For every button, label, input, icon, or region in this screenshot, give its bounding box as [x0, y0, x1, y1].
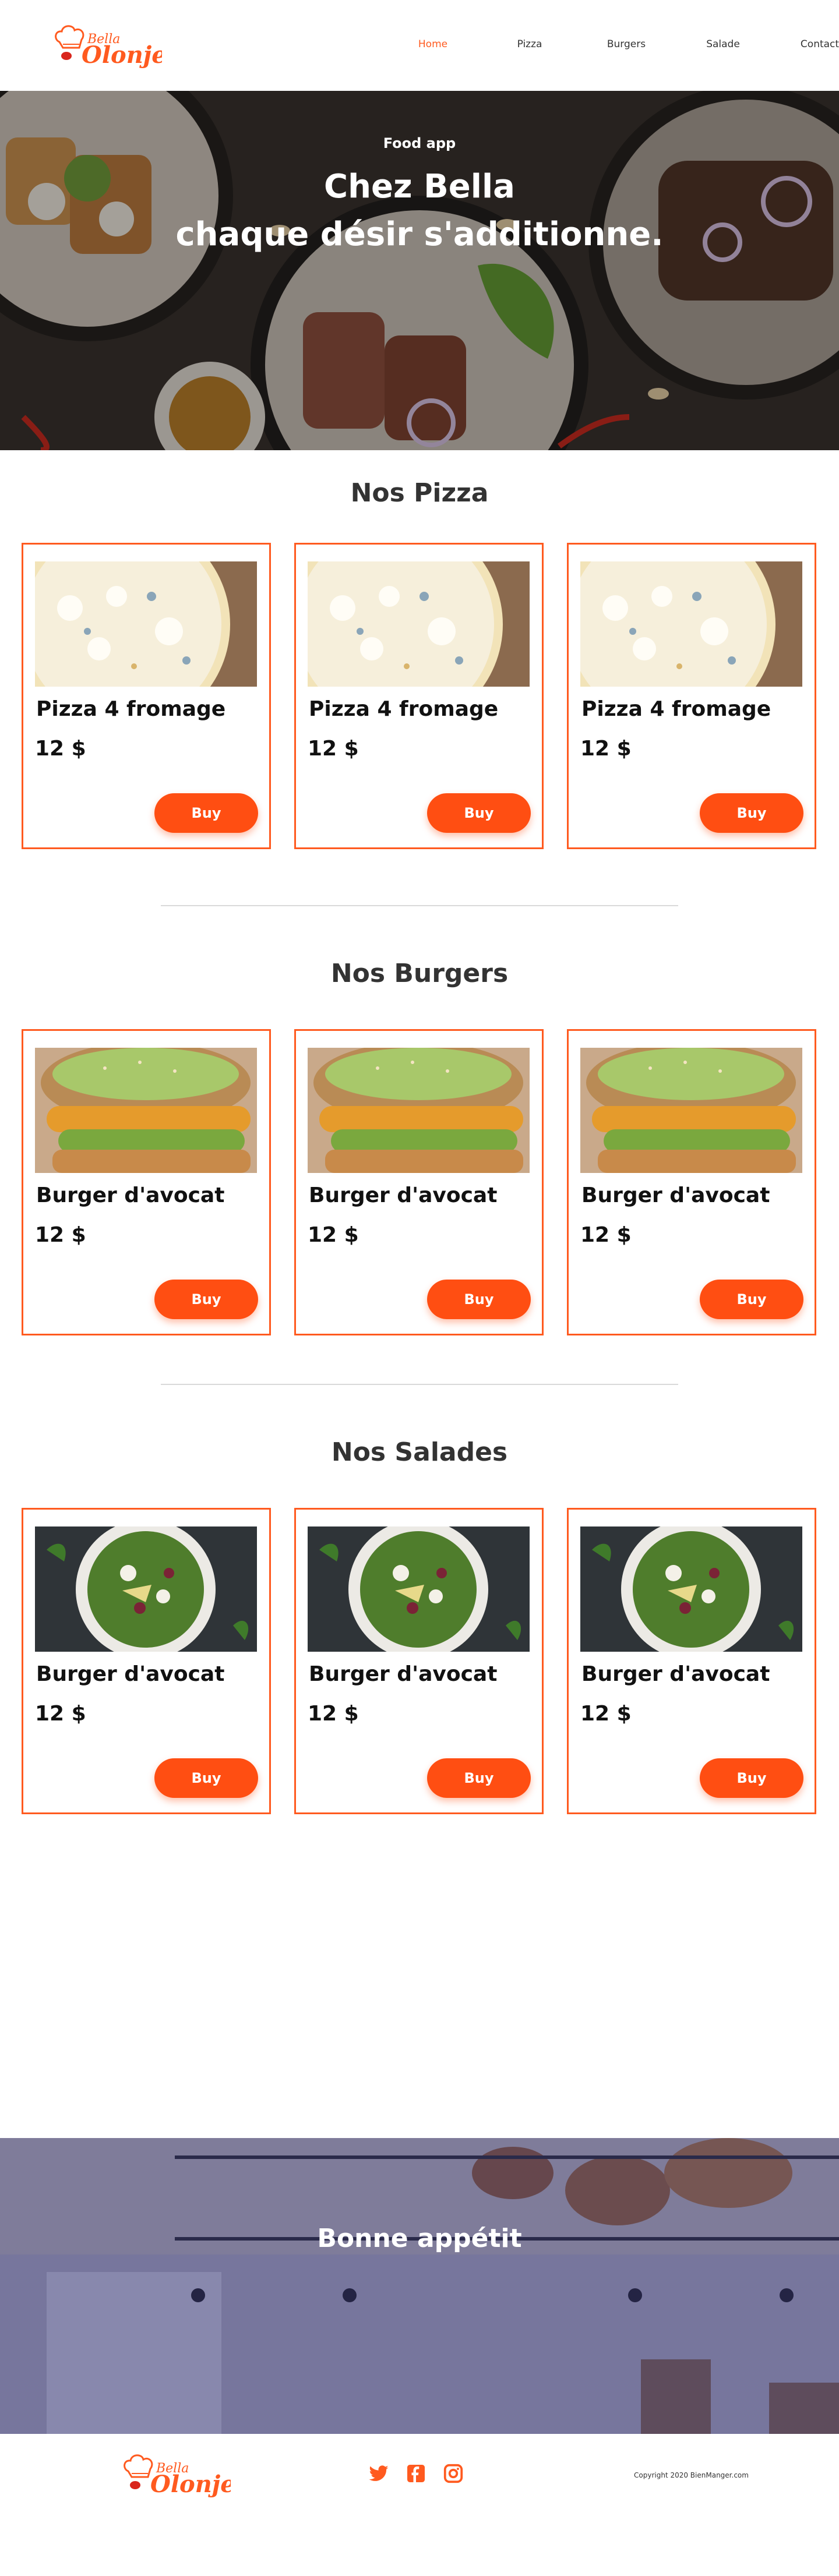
facebook-icon[interactable]: [406, 2463, 443, 2486]
instagram-icon[interactable]: [443, 2463, 480, 2486]
burger-photo: [35, 1048, 257, 1173]
bottom-banner: Bonne appétit: [0, 2138, 839, 2434]
nav-link-home[interactable]: Home: [385, 38, 481, 50]
section-title-salades: Nos Salades: [331, 1437, 508, 1467]
product-name: Burger d'avocat: [581, 1662, 770, 1686]
buy-button[interactable]: Buy: [427, 1758, 531, 1798]
product-name: Burger d'avocat: [309, 1662, 498, 1686]
section-title-pizza: Nos Pizza: [350, 478, 489, 508]
product-card: Burger d'avocat 12 $ Buy: [567, 1029, 816, 1335]
nav-link-contact[interactable]: Contact: [771, 38, 839, 50]
hero-banner: Food app Chez Bella chaque désir s'addit…: [0, 91, 839, 450]
product-name: Pizza 4 fromage: [581, 697, 771, 721]
product-price: 12 $: [35, 1223, 86, 1247]
product-name: Burger d'avocat: [581, 1183, 770, 1207]
burger-photo: [308, 1048, 530, 1173]
twitter-icon[interactable]: [368, 2463, 406, 2486]
pizza-card-list: Pizza 4 fromage 12 $ Buy Pizza 4 fromage…: [22, 543, 839, 849]
banner-title: Bonne appétit: [317, 2224, 522, 2253]
product-card: Burger d'avocat 12 $ Buy: [294, 1029, 544, 1335]
footer-logo[interactable]: Bella Olonje: [120, 2449, 235, 2501]
buy-button[interactable]: Buy: [154, 1758, 258, 1798]
product-name: Burger d'avocat: [36, 1662, 225, 1686]
buy-button[interactable]: Buy: [700, 1280, 803, 1319]
product-name: Pizza 4 fromage: [36, 697, 226, 721]
hero-text: Food app Chez Bella chaque désir s'addit…: [0, 135, 839, 259]
product-card: Pizza 4 fromage 12 $ Buy: [567, 543, 816, 849]
salad-card-list: Burger d'avocat 12 $ Buy Burger d'avocat…: [22, 1508, 839, 1814]
burger-card-list: Burger d'avocat 12 $ Buy Burger d'avocat: [22, 1029, 839, 1335]
product-price: 12 $: [35, 1702, 86, 1726]
salad-photo: [35, 1526, 257, 1652]
product-price: 12 $: [580, 1702, 632, 1726]
product-price: 12 $: [308, 737, 359, 761]
buy-button[interactable]: Buy: [154, 793, 258, 833]
product-card: Pizza 4 fromage 12 $ Buy: [294, 543, 544, 849]
burger-photo: [580, 1048, 802, 1173]
svg-text:Olonje: Olonje: [82, 41, 162, 69]
product-price: 12 $: [35, 737, 86, 761]
product-price: 12 $: [308, 1702, 359, 1726]
main-nav: Home Pizza Burgers Salade Contact: [385, 38, 839, 50]
hero-subtitle: Food app: [383, 135, 456, 151]
hero-title: Chez Bella chaque désir s'additionne.: [175, 168, 664, 253]
product-price: 12 $: [580, 1223, 632, 1247]
product-card: Pizza 4 fromage 12 $ Buy: [22, 543, 271, 849]
product-card: Burger d'avocat 12 $ Buy: [22, 1029, 271, 1335]
product-card: Burger d'avocat 12 $ Buy: [294, 1508, 544, 1814]
nav-link-burgers[interactable]: Burgers: [578, 38, 675, 50]
site-header: Bella Olonje Home Pizza Burgers Salade C…: [0, 0, 839, 91]
copyright-text: Copyright 2020 BienManger.com: [634, 2471, 749, 2479]
nav-link-salade[interactable]: Salade: [675, 38, 771, 50]
pizza-section: Nos Pizza Pizza 4 fromage 12 $ Buy Pizza…: [0, 450, 839, 849]
salad-photo: [308, 1526, 530, 1652]
buy-button[interactable]: Buy: [427, 793, 531, 833]
product-card: Burger d'avocat 12 $ Buy: [22, 1508, 271, 1814]
product-name: Pizza 4 fromage: [309, 697, 499, 721]
product-name: Burger d'avocat: [36, 1183, 225, 1207]
burgers-section: Nos Burgers Burger d'avocat 12 $ Buy Bur…: [0, 906, 839, 1335]
buy-button[interactable]: Buy: [154, 1280, 258, 1319]
product-price: 12 $: [308, 1223, 359, 1247]
buy-button[interactable]: Buy: [700, 1758, 803, 1798]
pizza-photo: [580, 561, 802, 687]
buy-button[interactable]: Buy: [700, 793, 803, 833]
site-footer: Bella Olonje Copyright 2020 BienManger.c…: [0, 2434, 839, 2517]
section-title-burgers: Nos Burgers: [330, 959, 509, 988]
brand-logo[interactable]: Bella Olonje: [51, 20, 167, 72]
salades-section: Nos Salades Burger d'avocat 12 $ Buy Bur…: [0, 1385, 839, 1814]
salad-photo: [580, 1526, 802, 1652]
pizza-photo: [35, 561, 257, 687]
buy-button[interactable]: Buy: [427, 1280, 531, 1319]
svg-text:Olonje: Olonje: [150, 2471, 231, 2498]
product-card: Burger d'avocat 12 $ Buy: [567, 1508, 816, 1814]
nav-link-pizza[interactable]: Pizza: [481, 38, 578, 50]
social-links: [368, 2463, 480, 2486]
product-name: Burger d'avocat: [309, 1183, 498, 1207]
pizza-photo: [308, 561, 530, 687]
product-price: 12 $: [580, 737, 632, 761]
